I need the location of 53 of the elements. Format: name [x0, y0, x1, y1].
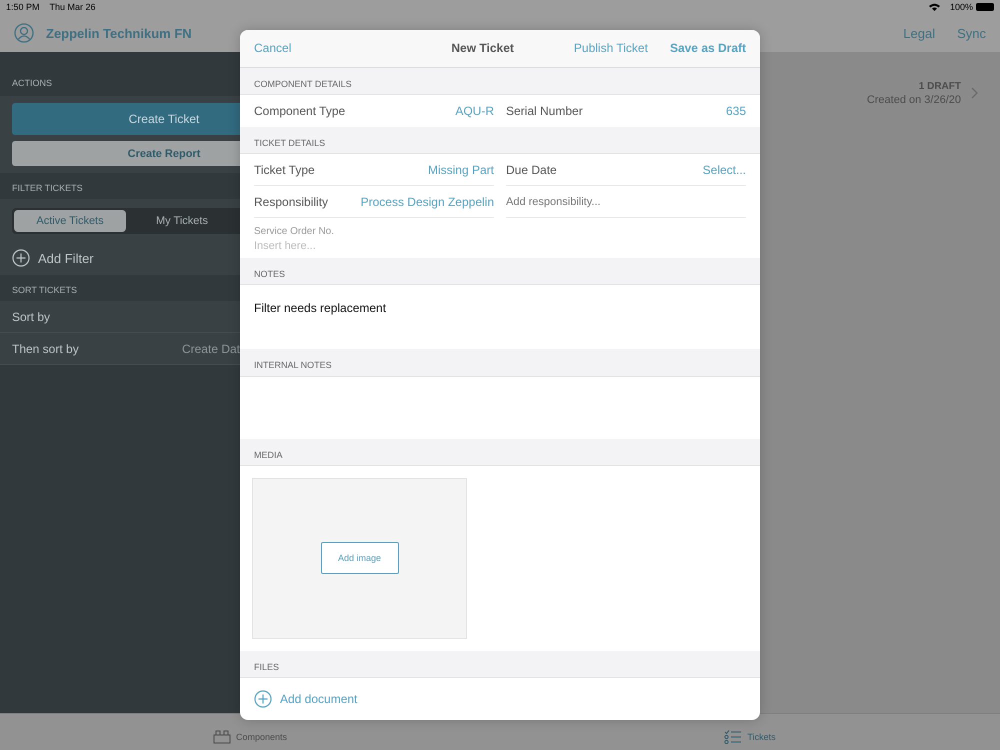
nav-link[interactable]: Legal: [903, 26, 936, 40]
draft-count[interactable]: 1 DRAFT: [918, 80, 961, 92]
chevron-icon[interactable]: [971, 87, 978, 99]
field-value[interactable]: Select...: [702, 162, 746, 177]
field-label: Due Date: [506, 162, 557, 177]
segment-tab[interactable]: My Tickets: [126, 210, 238, 232]
section-header: COMPONENT DETAILS: [240, 68, 760, 95]
field-value[interactable]: Missing Part: [428, 162, 494, 177]
add-document-link[interactable]: Add document: [280, 692, 358, 706]
app-title: Zeppelin Technikum FN: [46, 26, 192, 40]
field-value[interactable]: Process Design Zeppelin: [360, 194, 494, 209]
nav-link[interactable]: Sync: [957, 26, 986, 40]
sort-label[interactable]: Sort by: [12, 310, 50, 324]
field-label: Component Type: [254, 104, 346, 118]
sort-value[interactable]: Create Dat: [182, 342, 240, 356]
field-label: Responsibility: [254, 194, 328, 209]
section-header: MEDIA: [240, 438, 760, 466]
tab-bar-item[interactable]: Tickets: [724, 730, 776, 744]
status-date: Thu Mar 26: [50, 2, 96, 12]
add-image-button[interactable]: Add image: [320, 542, 398, 574]
sort-label[interactable]: Then sort by: [12, 342, 79, 356]
checklist-icon: [724, 730, 742, 744]
report-button[interactable]: Create Report: [12, 141, 240, 166]
blocks-icon: [212, 730, 231, 744]
field-value[interactable]: AQU-R: [455, 104, 494, 118]
section-header: INTERNAL NOTES: [240, 349, 760, 377]
modal-title: New Ticket: [450, 41, 515, 56]
draft-date: Created on 3/26/20: [866, 94, 961, 106]
cancel-button[interactable]: Cancel: [254, 41, 292, 56]
section-header: TICKET DETAILS: [240, 126, 760, 154]
status-time: 1:50 PM: [6, 2, 40, 12]
wifi-icon: [928, 3, 940, 11]
field-label: Ticket Type: [254, 162, 315, 177]
field-value[interactable]: 635: [726, 104, 746, 118]
battery-percent: 100%: [950, 2, 973, 12]
user-icon[interactable]: [14, 23, 34, 43]
battery-icon: [976, 3, 994, 11]
add-icon[interactable]: [254, 690, 272, 708]
section-header: ACTIONS: [11, 77, 54, 90]
section-header: NOTES: [240, 258, 760, 286]
field-label: Service Order No.: [254, 226, 336, 238]
add-icon[interactable]: [12, 249, 30, 267]
publish-button[interactable]: Publish Ticket: [574, 41, 648, 56]
save-draft-button[interactable]: Save as Draft: [670, 41, 746, 56]
tab-bar-item[interactable]: Components: [212, 730, 288, 744]
section-header: SORT TICKETS: [11, 284, 78, 297]
field-label: Serial Number: [506, 104, 583, 118]
segment-tab[interactable]: Active Tickets: [14, 210, 126, 232]
create-button[interactable]: Create Ticket: [12, 103, 240, 135]
notes-text: Filter needs replacement: [253, 300, 388, 318]
add-filter-link[interactable]: Add Filter: [38, 250, 94, 266]
section-header: FILES: [240, 650, 760, 678]
section-header: FILTER TICKETS: [11, 182, 84, 195]
